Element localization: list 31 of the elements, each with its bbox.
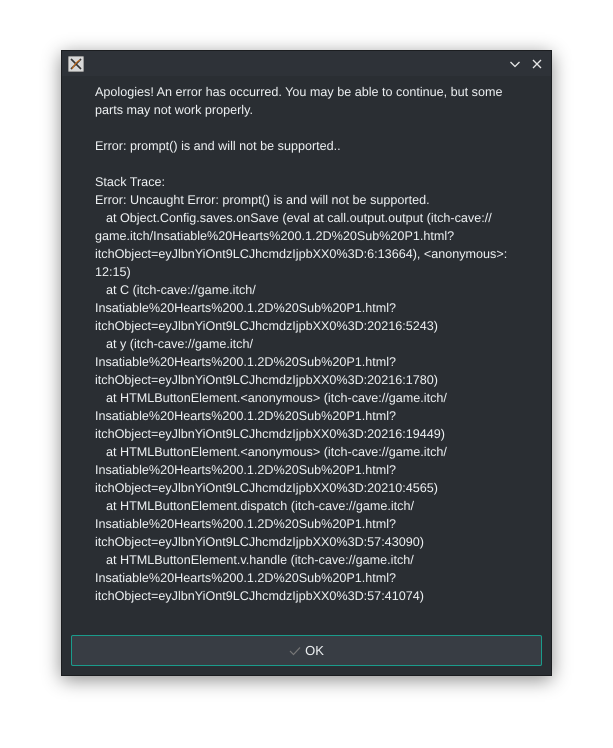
message-line: itchObject=eyJlbnYiOnt9LCJhcmdzIjpbXX0%3D:20216:5243) [95,318,438,335]
stack-frame-line: at HTMLButtonElement.<anonymous> (itch-cave://game.itch/ [106,444,447,461]
message-line: itchObject=eyJlbnYiOnt9LCJhcmdzIjpbXX0%3D:57:43090) [95,534,424,551]
checkmark-icon [289,646,302,656]
message-line: Error: prompt() is and will not be supported.. [95,138,341,155]
message-line: Insatiable%20Hearts%200.1.2D%20Sub%20P1.html? [95,354,396,371]
message-line: itchObject=eyJlbnYiOnt9LCJhcmdzIjpbXX0%3D:20210:4565) [95,480,438,497]
stack-frame-line: at HTMLButtonElement.dispatch (itch-cave://game.itch/ [106,498,414,515]
message-line: Apologies! An error has occurred. You may be able to continue, but some [95,84,502,101]
ok-button[interactable]: OK [71,635,542,666]
message-line: Error: Uncaught Error: prompt() is and will not be supported. [95,192,430,209]
stack-frame-line: at Object.Config.saves.onSave (eval at call.output.output (itch-cave:// [106,210,492,227]
message-line: Insatiable%20Hearts%200.1.2D%20Sub%20P1.html? [95,570,396,587]
message-line: game.itch/Insatiable%20Hearts%200.1.2D%20Sub%20P1.html? [95,228,454,245]
message-line: Insatiable%20Hearts%200.1.2D%20Sub%20P1.html? [95,300,396,317]
close-icon [531,58,543,70]
stack-frame-line: at HTMLButtonElement.v.handle (itch-cave://game.itch/ [106,552,414,569]
message-line: Insatiable%20Hearts%200.1.2D%20Sub%20P1.html? [95,408,396,425]
message-line: itchObject=eyJlbnYiOnt9LCJhcmdzIjpbXX0%3D:57:41074) [95,588,424,605]
message-line: Insatiable%20Hearts%200.1.2D%20Sub%20P1.html? [95,462,396,479]
stack-frame-line: at HTMLButtonElement.<anonymous> (itch-cave://game.itch/ [106,390,447,407]
message-line: Insatiable%20Hearts%200.1.2D%20Sub%20P1.html? [95,516,396,533]
message-line: itchObject=eyJlbnYiOnt9LCJhcmdzIjpbXX0%3D:6:13664), <anonymous>: [95,246,508,263]
stack-frame-line: at C (itch-cave://game.itch/ [106,282,256,299]
message-line: Stack Trace: [95,174,165,191]
message-line: parts may not work properly. [95,102,253,119]
app-icon [68,56,84,72]
message-line: 12:15) [95,264,131,281]
message-line: itchObject=eyJlbnYiOnt9LCJhcmdzIjpbXX0%3D:20216:1780) [95,372,438,389]
message-line: itchObject=eyJlbnYiOnt9LCJhcmdzIjpbXX0%3D:20216:19449) [95,426,445,443]
stack-frame-line: at y (itch-cave://game.itch/ [106,336,253,353]
